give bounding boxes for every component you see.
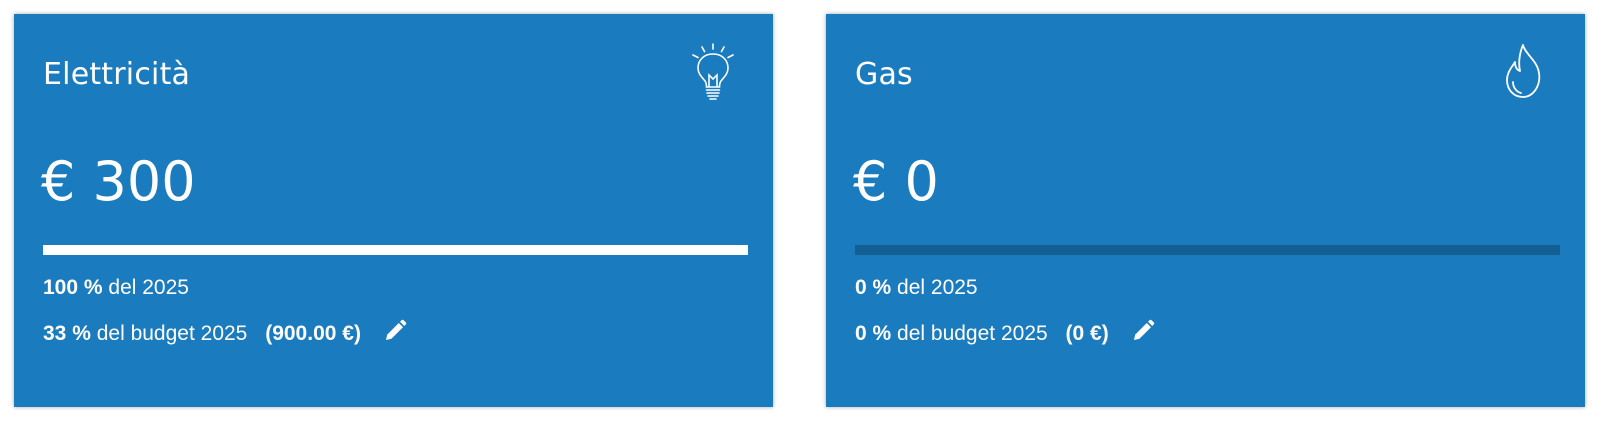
pencil-icon[interactable] <box>1131 319 1155 343</box>
budget-stat: 33 % del budget 2025 (900.00 €) <box>43 319 407 346</box>
progress-bar <box>855 245 1560 255</box>
year-label: del 2025 <box>108 276 189 299</box>
year-percent: 0 % <box>855 276 892 299</box>
lightbulb-icon <box>692 43 734 100</box>
amount-value: € 300 <box>41 150 196 213</box>
budget-stat: 0 % del budget 2025 (0 €) <box>855 319 1155 346</box>
budget-percent: 0 % <box>855 322 892 345</box>
pencil-icon[interactable] <box>383 319 407 343</box>
budget-percent: 33 % <box>43 322 91 345</box>
progress-fill <box>43 245 748 255</box>
year-label: del 2025 <box>897 276 978 299</box>
budget-label: del budget 2025 <box>96 322 248 345</box>
budget-amount: (0 €) <box>1065 322 1109 345</box>
progress-bar <box>43 245 748 255</box>
budget-amount: (900.00 €) <box>265 322 361 345</box>
budget-label: del budget 2025 <box>897 322 1048 345</box>
flame-icon <box>1506 44 1541 98</box>
gas-card: Gas € 0 0 % del 2025 0 % del budget 2025… <box>826 14 1585 407</box>
year-stat: 100 % del 2025 <box>43 276 189 300</box>
card-title: Elettricità <box>43 57 191 92</box>
year-percent: 100 % <box>43 276 103 299</box>
year-stat: 0 % del 2025 <box>855 276 978 300</box>
card-title: Gas <box>855 57 913 92</box>
amount-value: € 0 <box>853 150 939 213</box>
electricity-card: Elettricità € 300 100 % del 2025 33 % de… <box>14 14 773 407</box>
